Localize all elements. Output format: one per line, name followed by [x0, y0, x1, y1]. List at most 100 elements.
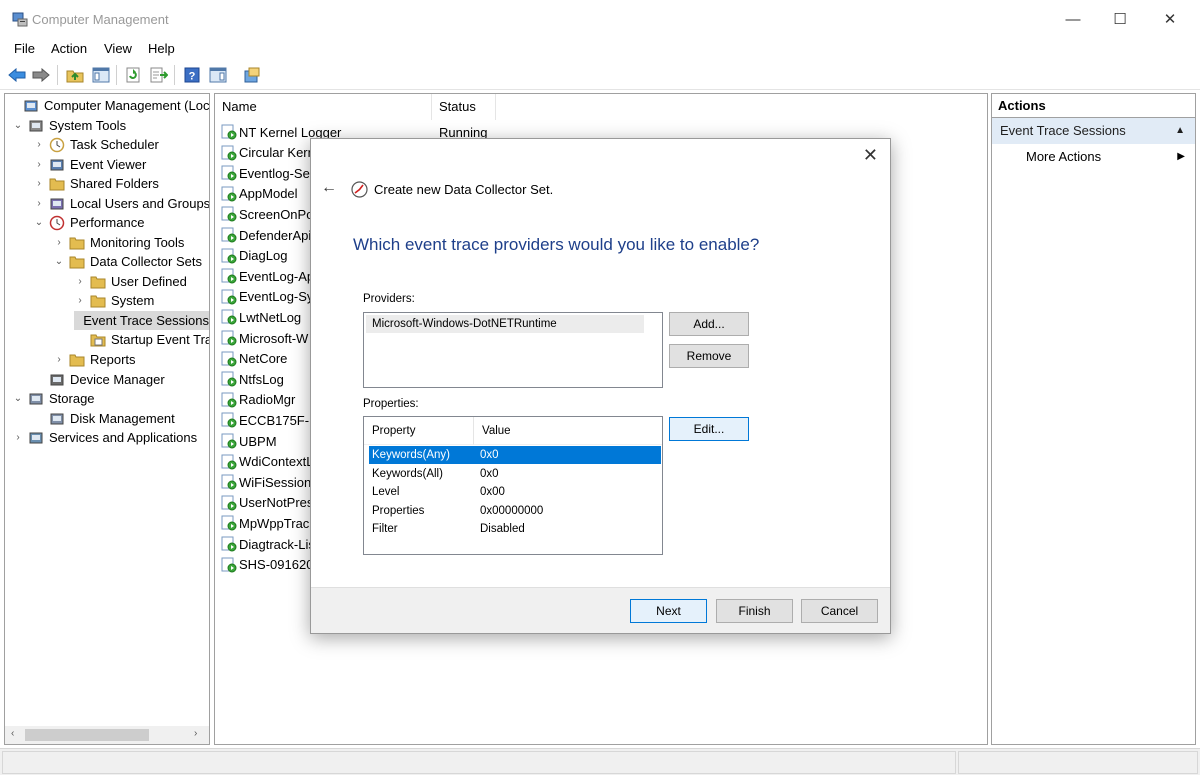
tree-item-local-users-and-groups[interactable]: › Local Users and Groups [33, 194, 209, 213]
providers-listbox[interactable]: Microsoft-Windows-DotNETRuntime [363, 312, 663, 388]
list-item[interactable]: UserNotPres [221, 493, 313, 513]
expand-chevron-icon[interactable]: › [12, 432, 24, 444]
tree-item-shared-folders[interactable]: › Shared Folders [33, 174, 159, 193]
scroll-right-icon[interactable]: › [194, 728, 197, 739]
expand-chevron-icon[interactable]: › [33, 198, 45, 210]
tree-item-system-tools[interactable]: ⌄ System Tools [12, 116, 126, 135]
property-row[interactable]: Level 0x00 [369, 483, 661, 501]
menu-help[interactable]: Help [148, 41, 175, 56]
column-header-name[interactable]: Name [215, 94, 432, 120]
menu-file[interactable]: File [14, 41, 35, 56]
collapse-chevron-icon[interactable]: ⌄ [12, 393, 24, 405]
expand-chevron-icon[interactable]: › [74, 295, 86, 307]
export-list-button[interactable] [148, 64, 170, 86]
tree-item-user-defined[interactable]: › User Defined [74, 272, 187, 291]
remove-provider-button[interactable]: Remove [669, 344, 749, 368]
list-item[interactable]: Eventlog-Sec [221, 163, 316, 183]
list-item[interactable]: MpWppTraci [221, 513, 312, 533]
list-item[interactable]: ScreenOnPow [221, 204, 323, 224]
collapse-chevron-icon[interactable]: ⌄ [12, 120, 24, 132]
list-item[interactable]: Circular Kern [221, 143, 315, 163]
maximize-button[interactable]: ☐ [1097, 0, 1143, 38]
list-item[interactable]: UBPM [221, 431, 277, 451]
svg-text:?: ? [189, 71, 196, 83]
expand-chevron-icon[interactable]: › [74, 276, 86, 288]
list-item[interactable]: SHS-0916201 [221, 555, 321, 575]
list-item[interactable]: WiFiSession [221, 472, 311, 492]
minimize-button[interactable]: — [1050, 0, 1096, 38]
clock-icon [49, 137, 65, 152]
expand-chevron-icon[interactable]: › [53, 237, 65, 249]
list-item[interactable]: DefenderApi [221, 225, 311, 245]
forward-button[interactable] [30, 64, 52, 86]
next-button[interactable]: Next [630, 599, 707, 623]
show-hide-tree-button[interactable] [90, 64, 112, 86]
list-item[interactable]: Microsoft-W [221, 328, 308, 348]
tree-horizontal-scrollbar[interactable]: ‹ › [5, 726, 209, 744]
scroll-left-icon[interactable]: ‹ [11, 728, 14, 739]
edit-property-button[interactable]: Edit... [669, 417, 749, 441]
expand-chevron-icon[interactable]: › [33, 139, 45, 151]
property-row[interactable]: Keywords(All) 0x0 [369, 465, 661, 483]
tree-item-system[interactable]: › System [74, 291, 154, 310]
actions-section-event-trace-sessions[interactable]: Event Trace Sessions ▲ [992, 118, 1195, 144]
add-provider-button[interactable]: Add... [669, 312, 749, 336]
tree-item-device-manager[interactable]: Device Manager [33, 370, 165, 389]
tree-item-services-and-applications[interactable]: › Services and Applications [12, 428, 197, 447]
property-column-header[interactable]: Property [364, 417, 474, 445]
up-folder-button[interactable] [64, 64, 86, 86]
tree-item-disk-management[interactable]: Disk Management [33, 409, 175, 428]
minimize-icon: — [1065, 10, 1081, 28]
collapse-caret-icon[interactable]: ▲ [1175, 118, 1185, 144]
property-value: Disabled [480, 523, 525, 535]
tree-item-event-viewer[interactable]: › Event Viewer [33, 155, 146, 174]
menu-action[interactable]: Action [51, 41, 87, 56]
list-item[interactable]: NtfsLog [221, 369, 284, 389]
action-pane-button[interactable] [207, 64, 229, 86]
list-item[interactable]: RadioMgr [221, 390, 295, 410]
value-column-header[interactable]: Value [474, 417, 662, 445]
more-actions-item[interactable]: More Actions ▶ [992, 144, 1195, 170]
menu-view[interactable]: View [104, 41, 132, 56]
property-row[interactable]: Properties 0x00000000 [369, 502, 661, 520]
trace-session-icon [221, 145, 237, 161]
property-row[interactable]: Keywords(Any) 0x0 [369, 446, 661, 464]
tree-item-performance[interactable]: ⌄ Performance [33, 213, 145, 232]
provider-item[interactable]: Microsoft-Windows-DotNETRuntime [366, 315, 644, 333]
list-item[interactable]: AppModel [221, 184, 298, 204]
refresh-button[interactable] [123, 64, 145, 86]
tree-item-startup-event-trace-sessions[interactable]: Startup Event Trace Sessions [74, 330, 209, 349]
tree-item-computer-management-local[interactable]: Computer Management (Local) [7, 96, 209, 115]
list-item[interactable]: NetCore [221, 349, 287, 369]
tree-item-storage[interactable]: ⌄ Storage [12, 389, 95, 408]
tree-item-monitoring-tools[interactable]: › Monitoring Tools [53, 233, 184, 252]
expand-chevron-icon[interactable]: › [33, 178, 45, 190]
list-item[interactable]: EventLog-Ap [221, 266, 314, 286]
dialog-close-icon[interactable]: ✕ [863, 145, 878, 166]
cancel-button[interactable]: Cancel [801, 599, 878, 623]
list-item[interactable]: DiagLog [221, 246, 287, 266]
tree-item-task-scheduler[interactable]: › Task Scheduler [33, 135, 159, 154]
expand-chevron-icon[interactable]: › [33, 159, 45, 171]
collapse-chevron-icon[interactable]: ⌄ [53, 256, 65, 268]
list-item[interactable]: LwtNetLog [221, 307, 301, 327]
list-item[interactable]: WdiContextL [221, 452, 313, 472]
tree-item-event-trace-sessions[interactable]: Event Trace Sessions [74, 311, 209, 330]
properties-listview[interactable]: Property Value Keywords(Any) 0x0 Keywords(… [363, 416, 663, 555]
tree-item-data-collector-sets[interactable]: ⌄ Data Collector Sets [53, 252, 202, 271]
tree-item-reports[interactable]: › Reports [53, 350, 135, 369]
close-button[interactable]: ✕ [1147, 0, 1193, 38]
scrollbar-thumb[interactable] [25, 729, 149, 741]
help-button[interactable]: ? [181, 64, 203, 86]
dialog-back-arrow-icon[interactable]: ← [321, 179, 337, 197]
finish-button[interactable]: Finish [716, 599, 793, 623]
property-row[interactable]: Filter Disabled [369, 520, 661, 538]
collapse-chevron-icon[interactable]: ⌄ [33, 217, 45, 229]
column-header-status[interactable]: Status [432, 94, 496, 120]
expand-chevron-icon[interactable]: › [53, 354, 65, 366]
list-item[interactable]: Diagtrack-Lis [221, 534, 315, 554]
properties-button[interactable] [241, 64, 263, 86]
back-button[interactable] [6, 64, 28, 86]
list-item[interactable]: EventLog-Sy [221, 287, 313, 307]
